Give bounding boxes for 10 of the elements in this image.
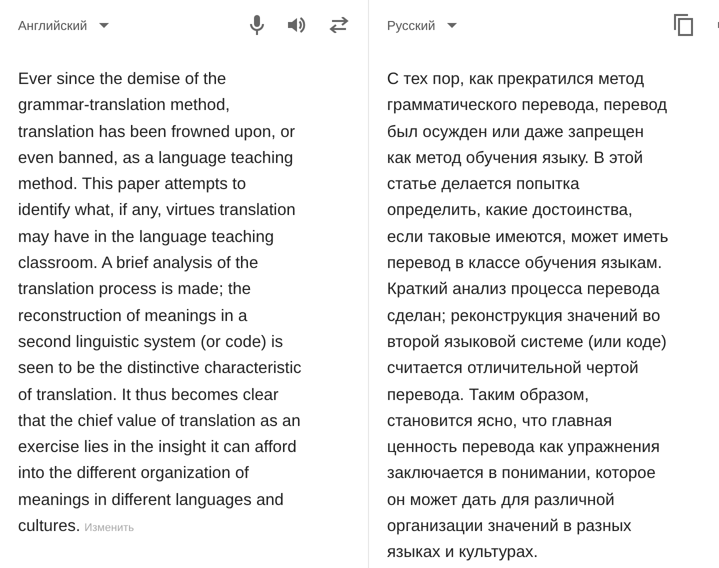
translated-text: С тех пор, как прекратился метод грамматического перевода, перевод был осужден или даже запрещен как метод обучения языку. В этой статье делается попытка определить, какие достоинства, если таковые имеются, может иметь перевод в классе обучения языкам. Краткий анализ процесса перевода сделан; реконструкция значений во второй языковой системе (или коде) считается отличительной чертой перевода. Таким образом, становится ясно, что главная ценность перевода как упражнения заключается в понимании, которое он может дать для различной организации значений в разных языках и культурах. xyxy=(387,69,670,564)
dropdown-caret-icon[interactable] xyxy=(99,22,110,28)
target-language-dropdown[interactable]: Русский xyxy=(387,18,458,32)
source-language-dropdown[interactable]: Английский xyxy=(18,18,110,32)
swap-languages-icon[interactable] xyxy=(328,17,350,33)
speaker-icon[interactable] xyxy=(286,15,306,35)
copy-icon[interactable] xyxy=(674,14,694,36)
microphone-icon[interactable] xyxy=(250,15,264,35)
source-text: Ever since the demise of the grammar-translation method, translation has been frowned upon, or even banned, as a language teaching method. This paper attempts to identify what, if any, virtues translation may have in the language teaching classroom. A brief analysis of the translation process is made; the reconstruction of meanings in a second linguistic system (or code) is seen to be the distinctive characteristic of translation. It thus becomes clear that the chief value of translation as an exercise lies in the insight it can afford into the different organization of meanings in different languages and cultures. Изменить xyxy=(18,69,302,538)
dropdown-caret-icon[interactable] xyxy=(447,22,458,28)
